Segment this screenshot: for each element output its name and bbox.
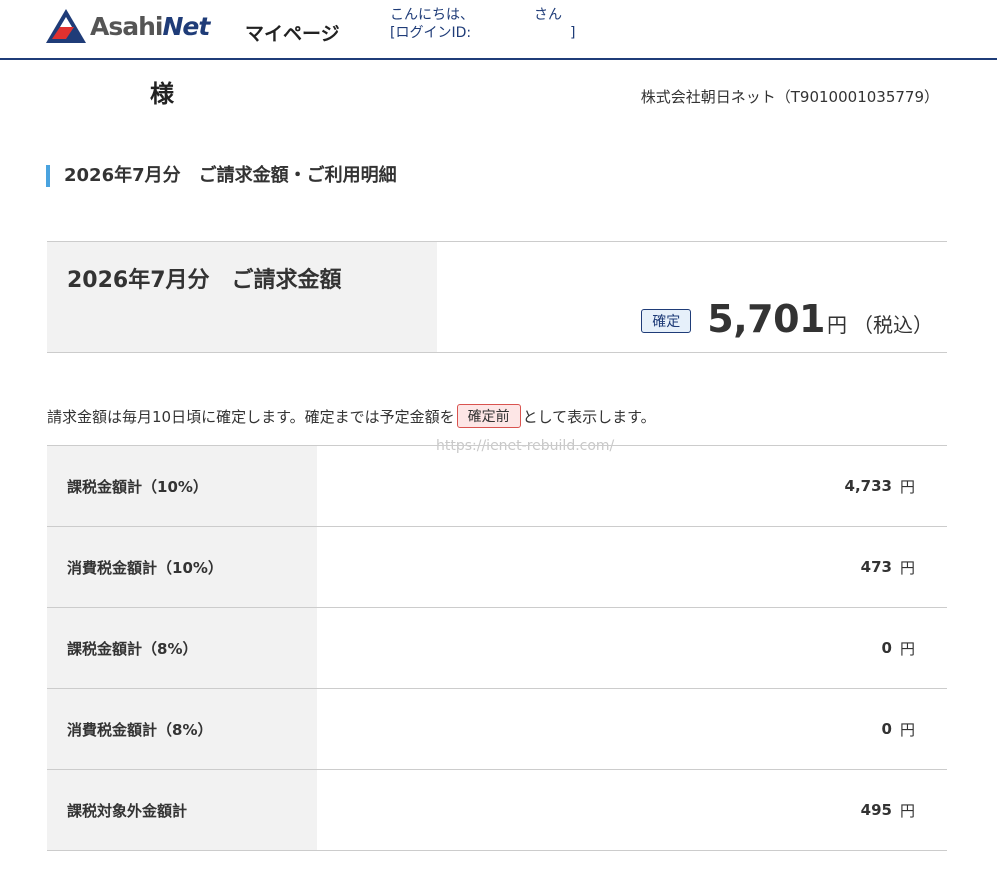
login-id-label: [ログインID: [390, 25, 472, 41]
note-text-before: 請求金額は毎月10日頃に確定します。確定までは予定金額を [47, 407, 455, 426]
row-amount: 473 [860, 558, 892, 576]
row-value: 495 円 [861, 770, 915, 850]
greeting-san: さん [534, 7, 562, 23]
row-label: 課税金額計（8%） [47, 608, 317, 688]
status-badge-confirmed: 確定 [641, 309, 692, 333]
row-amount: 0 [881, 639, 892, 657]
login-id-close: ] [570, 25, 576, 41]
row-label: 課税金額計（10%） [47, 446, 317, 526]
billing-amount-value: 確定 5,701 円 （税込） [641, 297, 933, 341]
breakdown-table: 課税金額計（10%） 4,733 円 消費税金額計（10%） 473 円 課税金… [47, 445, 947, 851]
table-row: 課税金額計（10%） 4,733 円 [47, 446, 947, 527]
row-value: 0 円 [882, 608, 915, 688]
billing-amount-label: 2026年7月分 ご請求金額 [67, 268, 342, 293]
row-unit: 円 [899, 639, 915, 658]
header: AsahiNet マイページ こんにちは、 さん [ログインID: ] [0, 0, 997, 60]
table-row: 消費税金額計（8%） 0 円 [47, 689, 947, 770]
row-unit: 円 [899, 477, 915, 496]
table-row: 課税対象外金額計 495 円 [47, 770, 947, 851]
row-amount: 495 [860, 801, 892, 819]
status-badge-pending: 確定前 [456, 404, 521, 428]
row-value: 4,733 円 [845, 446, 915, 526]
billing-amount-box: 2026年7月分 ご請求金額 確定 5,701 円 （税込） [47, 241, 947, 353]
billing-note: 請求金額は毎月10日頃に確定します。確定までは予定金額を 確定前 として表示しま… [47, 404, 656, 428]
billing-amount-label-cell: 2026年7月分 ご請求金額 [47, 242, 437, 352]
row-label: 消費税金額計（10%） [47, 527, 317, 607]
company-info: 株式会社朝日ネット（T9010001035779） [640, 88, 939, 106]
section-title: 2026年7月分 ご請求金額・ご利用明細 [46, 165, 397, 187]
row-unit: 円 [899, 720, 915, 739]
asahinet-logo[interactable]: AsahiNet [46, 8, 210, 44]
row-unit: 円 [899, 558, 915, 577]
greeting-hello: こんにちは、 [390, 7, 474, 23]
row-value: 473 円 [861, 527, 915, 607]
asahinet-logo-icon [46, 9, 86, 43]
billing-amount-tax-note: （税込） [853, 313, 933, 337]
note-text-after: として表示します。 [522, 407, 656, 426]
billing-amount-unit: 円 [827, 313, 847, 337]
row-label: 消費税金額計（8%） [47, 689, 317, 769]
row-value: 0 円 [882, 689, 915, 769]
user-greeting: こんにちは、 さん [ログインID: ] [390, 6, 575, 42]
row-amount: 4,733 [844, 477, 892, 495]
mypage-title: マイページ [245, 23, 340, 45]
logo-text: AsahiNet [90, 11, 210, 41]
table-row: 課税金額計（8%） 0 円 [47, 608, 947, 689]
row-amount: 0 [881, 720, 892, 738]
billing-amount-number: 5,701 [707, 297, 825, 341]
table-row: 消費税金額計（10%） 473 円 [47, 527, 947, 608]
customer-name: 様 [150, 80, 174, 108]
row-unit: 円 [899, 801, 915, 820]
row-label: 課税対象外金額計 [47, 770, 317, 850]
